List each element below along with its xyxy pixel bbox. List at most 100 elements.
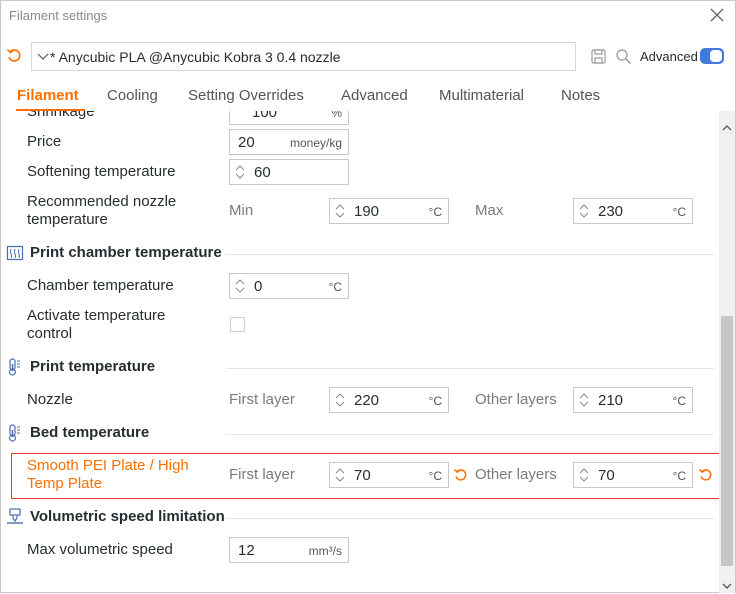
price-unit: money/kg [289,136,342,150]
min-label: Min [229,202,254,219]
nozzle-first-layer-unit: °C [428,394,442,408]
spin-arrows-icon[interactable] [579,467,589,483]
spin-arrows-icon[interactable] [335,392,345,408]
close-icon[interactable] [708,7,726,25]
section-divider [226,368,714,369]
reset-icon[interactable] [698,467,714,483]
section-volumetric-speed-limitation: Volumetric speed limitation [6,507,714,529]
spin-arrows-icon[interactable] [579,392,589,408]
price-label: Price [27,133,62,150]
bed-plate-label: Smooth PEI Plate / High [27,457,189,474]
price-input[interactable]: 20 money/kg [229,129,349,155]
nozzle-other-layers-input[interactable]: 210 °C [573,387,693,413]
shrinkage-input[interactable]: 100 % [229,111,349,125]
nozzle-temp-min-value: 190 [354,203,380,220]
thermometer-icon [6,424,24,442]
max-volumetric-speed-value: 12 [238,542,255,559]
bed-other-layers-input[interactable]: 70 °C [573,462,693,488]
max-label: Max [475,202,504,219]
extruder-icon [6,508,24,526]
bed-first-layer-input[interactable]: 70 °C [329,462,449,488]
spin-arrows-icon[interactable] [235,164,245,180]
preset-name: * Anycubic PLA @Anycubic Kobra 3 0.4 noz… [50,49,341,65]
first-layer-label: First layer [229,391,295,408]
tab-advanced[interactable]: Advanced [341,87,408,104]
nozzle-other-layers-unit: °C [672,394,686,408]
filament-settings-window: Filament settings * Anycubic PLA @Anycub… [0,0,736,593]
tab-filament[interactable]: Filament [17,87,79,104]
nozzle-first-layer-input[interactable]: 220 °C [329,387,449,413]
thermometer-icon [6,358,24,376]
advanced-toggle[interactable] [700,48,724,64]
bed-first-layer-value: 70 [354,467,371,484]
window-title: Filament settings [9,8,108,23]
vertical-scrollbar[interactable] [719,111,735,593]
section-bed-temperature: Bed temperature [6,423,714,445]
first-layer-label: First layer [229,466,295,483]
nozzle-temp-min-unit: °C [428,205,442,219]
spin-arrows-icon[interactable] [579,203,589,219]
tab-multimaterial[interactable]: Multimaterial [439,87,524,104]
chevron-down-icon [36,49,50,63]
section-print-chamber-temperature: Print chamber temperature [6,243,714,265]
spin-arrows-icon[interactable] [335,467,345,483]
title-bar: Filament settings [1,1,735,33]
activate-temp-control-label: Activate temperature [27,307,166,324]
save-icon[interactable] [590,48,607,65]
nozzle-other-layers-value: 210 [598,392,624,409]
max-volumetric-speed-label: Max volumetric speed [27,541,173,558]
shrinkage-unit: % [331,111,342,120]
reset-icon[interactable] [6,47,23,64]
other-layers-label: Other layers [475,391,557,408]
chamber-temp-label: Chamber temperature [27,277,174,294]
bed-other-layers-unit: °C [672,469,686,483]
advanced-label: Advanced [640,49,698,64]
bed-other-layers-value: 70 [598,467,615,484]
tab-setting-overrides[interactable]: Setting Overrides [188,87,304,104]
nozzle-temp-max-unit: °C [672,205,686,219]
section-title: Volumetric speed limitation [30,508,225,525]
chamber-temp-value: 0 [254,278,263,295]
search-icon[interactable] [615,48,632,65]
recommended-nozzle-temp-label: Recommended nozzle [27,193,177,210]
scrollbar-thumb[interactable] [721,316,733,566]
tab-notes[interactable]: Notes [561,87,600,104]
reset-icon[interactable] [453,467,469,483]
scroll-up-arrow-icon[interactable] [722,119,732,131]
bed-plate-label-line2: Temp Plate [27,475,103,492]
toggle-knob [710,50,722,62]
activate-temp-control-label-line2: control [27,325,73,342]
max-volumetric-speed-unit: mm³/s [308,544,342,558]
section-divider [226,434,714,435]
max-volumetric-speed-input[interactable]: 12 mm³/s [229,537,349,563]
nozzle-temp-min-input[interactable]: 190 °C [329,198,449,224]
bed-first-layer-unit: °C [428,469,442,483]
section-divider [226,254,714,255]
spin-arrows-icon[interactable] [335,203,345,219]
spin-arrows-icon[interactable] [235,278,245,294]
section-title: Print temperature [30,358,156,375]
softening-temp-input[interactable]: 60 [229,159,349,185]
preset-row: * Anycubic PLA @Anycubic Kobra 3 0.4 noz… [1,39,735,73]
nozzle-temp-max-input[interactable]: 230 °C [573,198,693,224]
other-layers-label: Other layers [475,466,557,483]
nozzle-label: Nozzle [27,391,73,408]
price-value: 20 [238,134,255,151]
recommended-nozzle-temp-label-line2: temperature [27,211,108,228]
chamber-temp-unit: °C [328,280,342,294]
settings-content: Shrinkage 100 % Price 20 money/kg Soften… [1,111,719,593]
chamber-temp-input[interactable]: 0 °C [229,273,349,299]
softening-temp-label: Softening temperature [27,163,176,180]
tab-bar: Filament Cooling Setting Overrides Advan… [1,81,735,111]
nozzle-first-layer-value: 220 [354,392,380,409]
section-title: Bed temperature [30,424,150,441]
activate-temp-control-checkbox[interactable] [230,317,245,332]
scroll-down-arrow-icon[interactable] [722,577,732,589]
section-print-temperature: Print temperature [6,357,714,379]
shrinkage-label: Shrinkage [27,111,95,120]
tab-cooling[interactable]: Cooling [107,87,158,104]
softening-temp-value: 60 [254,164,271,181]
section-divider [226,518,714,519]
preset-select[interactable]: * Anycubic PLA @Anycubic Kobra 3 0.4 noz… [31,42,576,71]
section-title: Print chamber temperature [30,244,222,261]
